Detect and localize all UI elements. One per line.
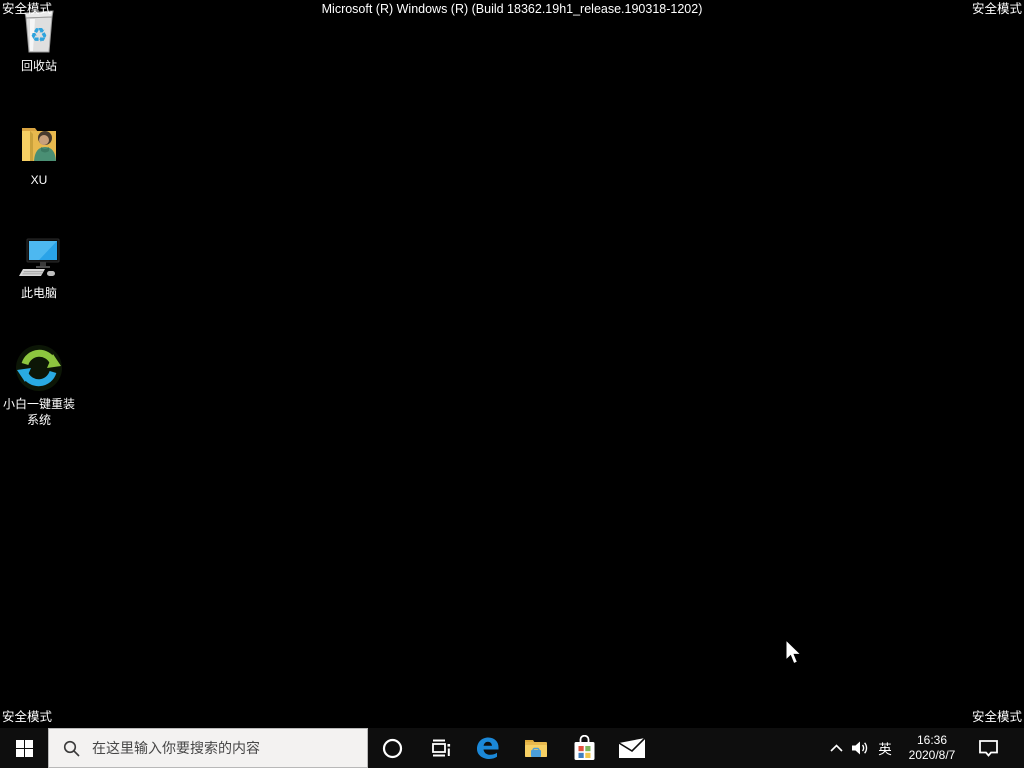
- safe-mode-label-top-left: 安全模式: [2, 2, 53, 16]
- file-explorer-icon: [525, 740, 547, 757]
- search-icon: [63, 740, 80, 757]
- desktop-icon-label: 回收站: [20, 59, 57, 73]
- desktop-icon-label: 小白一键重装系统: [2, 397, 75, 427]
- desktop-icon-xiaobai[interactable]: 小白一键重装系统: [1, 344, 77, 428]
- taskbar-clock[interactable]: 16:36 2020/8/7: [898, 728, 966, 768]
- ime-indicator[interactable]: 英: [872, 728, 898, 768]
- desktop-icon-this-pc[interactable]: 此电脑: [1, 233, 77, 301]
- cortana-button[interactable]: [368, 728, 416, 768]
- user-folder-icon: [15, 120, 63, 168]
- edge-icon: [477, 737, 499, 759]
- volume-button[interactable]: [848, 728, 872, 768]
- action-center-button[interactable]: [966, 728, 1010, 768]
- windows-logo-icon: [15, 739, 33, 757]
- taskbar: 英 16:36 2020/8/7: [0, 728, 1024, 768]
- edge-button[interactable]: [464, 728, 512, 768]
- microsoft-store-icon: [574, 734, 594, 760]
- safe-mode-label-top-right: 安全模式: [971, 2, 1022, 16]
- taskbar-search-box[interactable]: [48, 728, 368, 768]
- mail-button[interactable]: [608, 728, 656, 768]
- file-explorer-button[interactable]: [512, 728, 560, 768]
- search-input[interactable]: [92, 740, 367, 756]
- task-view-button[interactable]: [416, 728, 464, 768]
- desktop-icon-label: 此电脑: [20, 286, 57, 300]
- notification-icon: [978, 739, 998, 757]
- windows-build-watermark: Microsoft (R) Windows (R) (Build 18362.1…: [321, 2, 703, 16]
- mouse-cursor: [785, 638, 803, 671]
- chevron-up-icon: [829, 744, 843, 752]
- safe-mode-label-bottom-left: 安全模式: [2, 710, 53, 724]
- desktop-icon-column: ♻ 回收站 XU 此电脑 小白一键重装系统: [1, 6, 77, 441]
- this-pc-icon: [15, 233, 63, 281]
- svg-text:♻: ♻: [30, 23, 48, 47]
- start-button[interactable]: [0, 728, 48, 768]
- xiaobai-reinstall-icon: [15, 344, 63, 392]
- safe-mode-desktop: { "system_banner": { "build_text": "Micr…: [0, 0, 1024, 768]
- system-tray: 英 16:36 2020/8/7: [824, 728, 1024, 768]
- desktop-icon-label: XU: [30, 173, 48, 187]
- desktop-icon-user-folder[interactable]: XU: [1, 120, 77, 188]
- tray-overflow-button[interactable]: [824, 728, 848, 768]
- store-button[interactable]: [560, 728, 608, 768]
- mail-icon: [618, 737, 646, 758]
- safe-mode-label-bottom-right: 安全模式: [971, 710, 1022, 724]
- clock-time: 16:36: [916, 733, 948, 747]
- clock-date: 2020/8/7: [908, 748, 956, 762]
- task-view-icon: [432, 739, 451, 757]
- cortana-icon: [382, 738, 402, 758]
- speaker-icon: [852, 741, 868, 755]
